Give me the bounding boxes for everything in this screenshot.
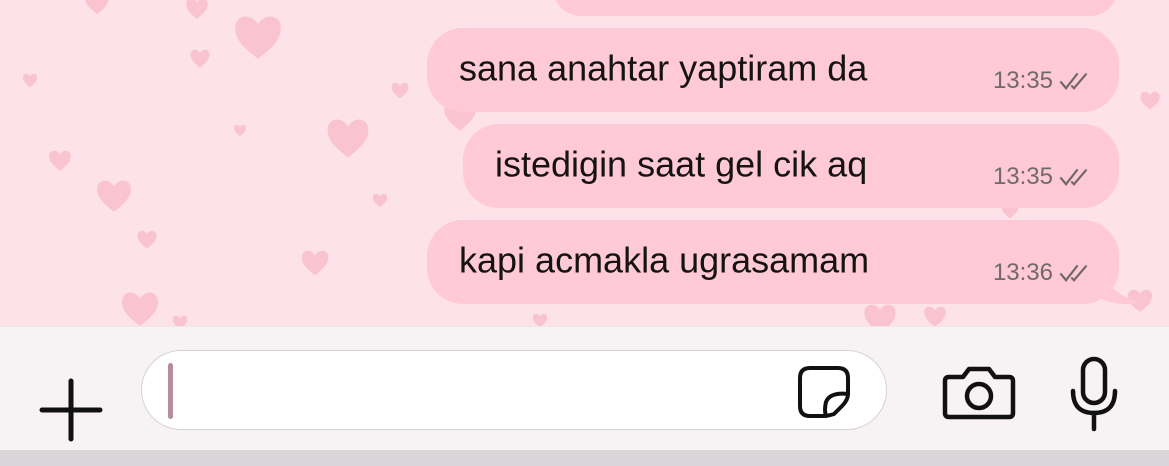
plus-icon[interactable]	[38, 377, 104, 443]
message-text: sana anahtar yaptiram da	[459, 47, 868, 89]
microphone-icon[interactable]	[1066, 355, 1122, 435]
message-bubble[interactable]: sana anahtar yaptiram da 13:35	[427, 28, 1119, 112]
message-text: kapi acmakla ugrasamam	[459, 239, 870, 281]
bottom-safe-area	[0, 450, 1169, 466]
message-input[interactable]	[172, 365, 786, 417]
message-text: istedigin saat gel cik aq	[495, 143, 868, 185]
sticker-icon[interactable]	[796, 364, 852, 420]
message-meta: 13:36	[993, 259, 1089, 287]
double-check-icon	[1059, 72, 1089, 90]
message-bubble[interactable]: kapi acmakla ugrasamam 13:36	[427, 220, 1119, 304]
message-meta: 13:35	[993, 67, 1089, 95]
chat-area[interactable]: sana anahtar yaptiram da 13:35 istedigin…	[0, 0, 1169, 326]
camera-icon[interactable]	[941, 365, 1017, 421]
message-bubble-previous[interactable]	[553, 0, 1118, 16]
message-time: 13:35	[992, 67, 1053, 95]
message-bubble[interactable]: istedigin saat gel cik aq 13:35	[463, 124, 1119, 208]
double-check-icon	[1059, 168, 1089, 186]
double-check-icon	[1059, 264, 1089, 282]
message-input-field[interactable]	[141, 350, 887, 430]
message-meta: 13:35	[993, 163, 1089, 191]
message-composer	[0, 326, 1169, 451]
bubble-tail	[1100, 262, 1140, 305]
message-time: 13:35	[992, 163, 1053, 191]
message-time: 13:36	[992, 259, 1053, 287]
